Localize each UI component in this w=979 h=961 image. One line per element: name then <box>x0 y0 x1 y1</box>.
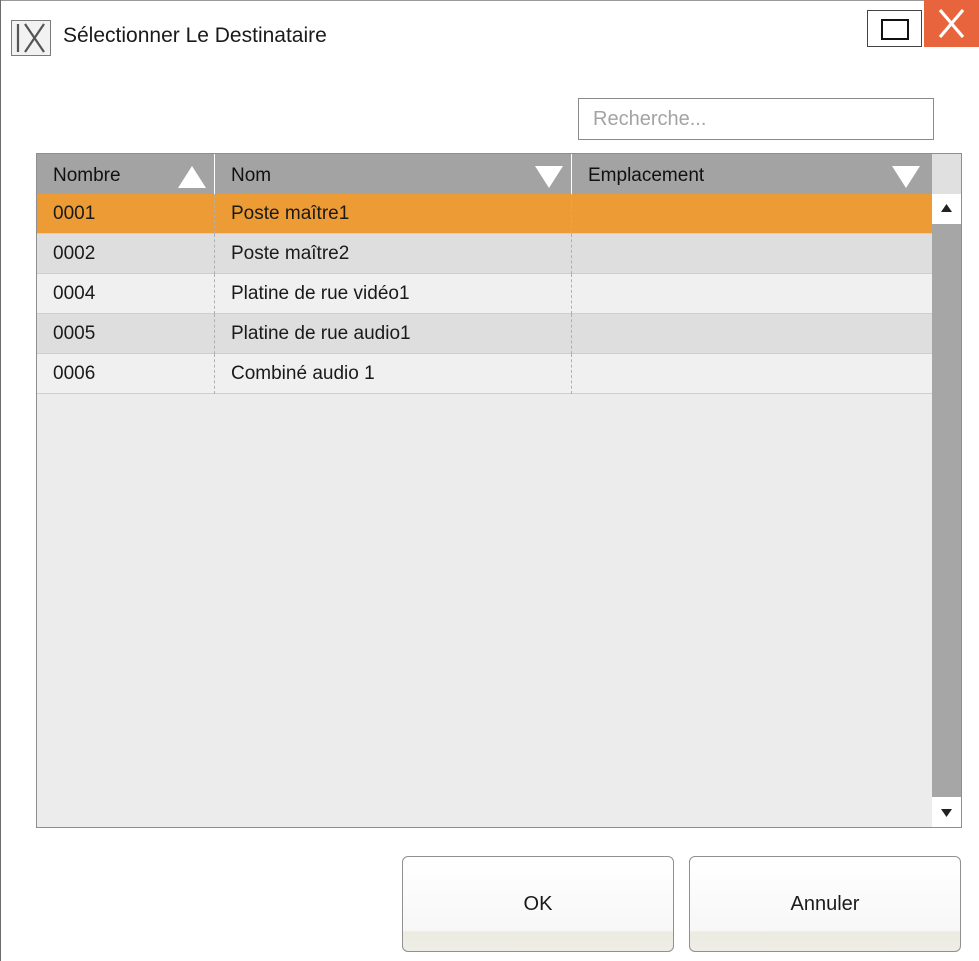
cell-name: Poste maître2 <box>215 234 572 274</box>
table-row[interactable]: 0004 Platine de rue vidéo1 <box>37 274 932 314</box>
dialog-window: Sélectionner Le Destinataire Nombre Nom … <box>0 0 979 961</box>
cancel-button[interactable]: Annuler <box>689 856 961 952</box>
cell-number: 0001 <box>37 194 215 234</box>
cell-name: Combiné audio 1 <box>215 354 572 394</box>
close-icon <box>938 8 965 39</box>
column-header-label: Nombre <box>53 165 121 186</box>
ok-button[interactable]: OK <box>402 856 674 952</box>
table-row[interactable]: 0006 Combiné audio 1 <box>37 354 932 394</box>
close-button[interactable] <box>924 0 979 47</box>
table-row[interactable]: 0005 Platine de rue audio1 <box>37 314 932 354</box>
column-header-label: Emplacement <box>588 165 705 186</box>
table-header: Nombre Nom Emplacement <box>37 154 932 194</box>
scroll-up-button[interactable] <box>932 194 961 224</box>
maximize-button[interactable] <box>867 10 922 47</box>
cell-name: Platine de rue audio1 <box>215 314 572 354</box>
scroll-down-button[interactable] <box>932 797 961 827</box>
header-corner <box>932 154 961 194</box>
window-left-border <box>0 0 1 961</box>
sort-descending-icon <box>535 166 563 188</box>
window-title: Sélectionner Le Destinataire <box>63 24 327 47</box>
cell-location <box>572 354 932 394</box>
column-header-emplacement[interactable]: Emplacement <box>572 154 932 194</box>
search-input[interactable] <box>578 98 934 140</box>
cell-name: Platine de rue vidéo1 <box>215 274 572 314</box>
sort-descending-icon <box>892 166 920 188</box>
column-header-nom[interactable]: Nom <box>215 154 572 194</box>
sort-ascending-icon <box>178 166 206 188</box>
column-header-nombre[interactable]: Nombre <box>37 154 215 194</box>
arrow-up-icon <box>941 204 952 212</box>
cell-number: 0004 <box>37 274 215 314</box>
table-row[interactable]: 0002 Poste maître2 <box>37 234 932 274</box>
cell-name: Poste maître1 <box>215 194 572 234</box>
ix-app-icon <box>11 20 51 56</box>
title-bar[interactable]: Sélectionner Le Destinataire <box>0 0 979 60</box>
cell-number: 0002 <box>37 234 215 274</box>
column-header-label: Nom <box>231 165 272 186</box>
vertical-scrollbar[interactable] <box>932 194 961 827</box>
table-row[interactable]: 0001 Poste maître1 <box>37 194 932 234</box>
cell-location <box>572 194 932 234</box>
cell-number: 0005 <box>37 314 215 354</box>
maximize-icon <box>881 19 909 40</box>
cell-location <box>572 274 932 314</box>
arrow-down-icon <box>941 809 952 817</box>
cell-number: 0006 <box>37 354 215 394</box>
cell-location <box>572 314 932 354</box>
cell-location <box>572 234 932 274</box>
recipient-table: Nombre Nom Emplacement 0001 Poste maître… <box>36 153 962 828</box>
